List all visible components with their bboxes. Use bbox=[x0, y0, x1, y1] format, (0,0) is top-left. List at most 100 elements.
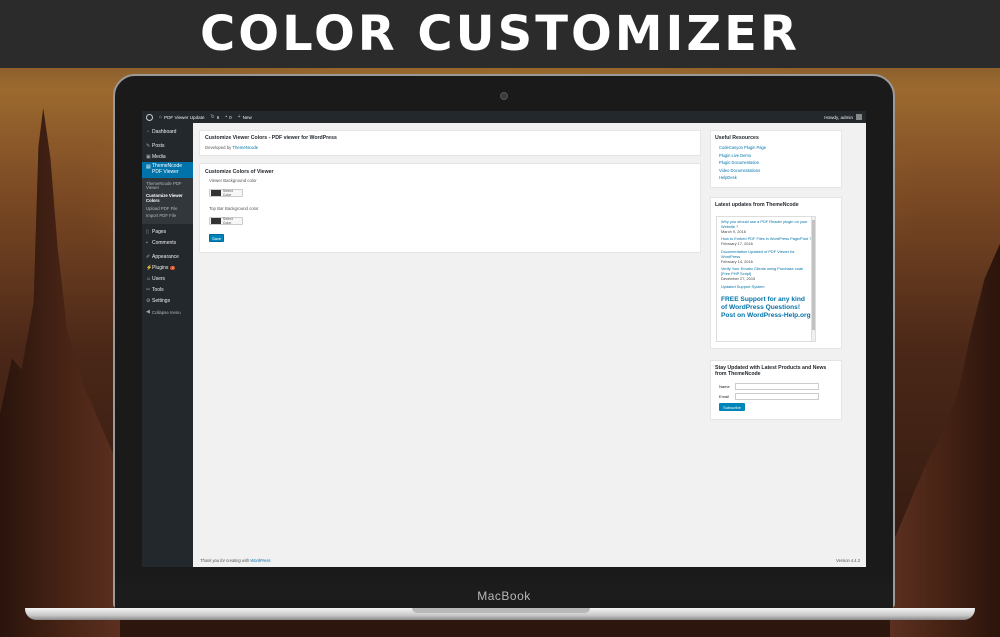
sidebar-item-posts[interactable]: ✎ Posts bbox=[142, 140, 193, 151]
updates-scrollbar[interactable] bbox=[811, 217, 815, 341]
footer-thanks: Thank you for creating with WordPress bbox=[200, 558, 271, 563]
newsletter-card: Stay Updated with Latest Products and Ne… bbox=[710, 360, 842, 420]
topbar-bg-color-picker[interactable]: Select Color bbox=[209, 217, 243, 225]
header-card: Customize Viewer Colors - PDF viewer for… bbox=[199, 130, 701, 156]
sidebar-item-label: Media bbox=[152, 153, 166, 160]
sidebar-item-tools[interactable]: ✂ Tools bbox=[142, 285, 193, 296]
laptop-chin: MacBook bbox=[115, 583, 893, 609]
name-row: Name bbox=[719, 383, 837, 390]
updates-title: Latest updates from ThemeNcode bbox=[715, 202, 799, 208]
sidebar-collapse-menu[interactable]: ◀ Collapse menu bbox=[142, 307, 193, 318]
pdf-viewer-submenu: ThemeNcode PDF Viewer Customize Viewer C… bbox=[142, 178, 193, 224]
footer-thanks-text: Thank you for creating with bbox=[200, 558, 250, 563]
site-name: PDF Viewer Update bbox=[164, 114, 205, 120]
sidebar-item-label: Users bbox=[152, 276, 166, 283]
sidebar-item-appearance[interactable]: ✐ Appearance bbox=[142, 252, 193, 263]
refresh-icon: ↻ bbox=[210, 114, 215, 120]
plus-icon: + bbox=[237, 114, 241, 120]
footer-version: Version 4.4.2 bbox=[836, 558, 860, 563]
resource-link-demo[interactable]: Plugin Live Demo bbox=[719, 152, 837, 160]
admin-bar: ⌂ PDF Viewer Update ↻ 6 ▪ 0 + New Howdy,… bbox=[142, 111, 866, 123]
page-title: Customize Viewer Colors - PDF viewer for… bbox=[205, 135, 337, 141]
submenu-item-upload[interactable]: Upload PDF File bbox=[142, 205, 193, 213]
submenu-item-pdf-viewer[interactable]: ThemeNcode PDF Viewer bbox=[142, 180, 193, 193]
comments-count: 0 bbox=[229, 114, 232, 120]
resource-link-documentation[interactable]: Plugin Documentation bbox=[719, 159, 837, 167]
sidebar-item-dashboard[interactable]: ◔ Dashboard bbox=[142, 126, 193, 137]
resources-title: Useful Resources bbox=[715, 135, 759, 141]
update-link[interactable]: Updated Support System bbox=[721, 284, 812, 290]
banner-title: COLOR CUSTOMIZER bbox=[200, 6, 800, 62]
resource-link-video[interactable]: Video Documentations bbox=[719, 167, 837, 175]
avatar bbox=[856, 114, 862, 120]
update-date: December 27, 2015 bbox=[721, 275, 756, 281]
select-color-label: Select Color bbox=[222, 189, 233, 197]
update-date: March 9, 2016 bbox=[721, 228, 746, 234]
free-support-link[interactable]: FREE Support for any kind of WordPress Q… bbox=[721, 296, 812, 320]
device-brand: MacBook bbox=[477, 589, 531, 603]
wordpress-logo-icon[interactable] bbox=[146, 113, 153, 121]
home-icon: ⌂ bbox=[159, 114, 163, 120]
topbar-bg-swatch bbox=[211, 218, 221, 224]
laptop-notch bbox=[412, 608, 590, 613]
submenu-item-customize-colors[interactable]: Customize Viewer Colors bbox=[142, 193, 193, 206]
updates-feed[interactable]: Why you should use a PDF Reader plugin o… bbox=[716, 216, 816, 342]
admin-bar-comments[interactable]: ▪ 0 bbox=[225, 114, 231, 120]
scrollbar-thumb[interactable] bbox=[812, 220, 815, 330]
developer-link[interactable]: ThemeNcode bbox=[232, 145, 258, 150]
header-banner: COLOR CUSTOMIZER bbox=[0, 0, 1000, 68]
sidebar-item-label: Tools bbox=[152, 287, 164, 294]
comment-icon: ▪ bbox=[225, 114, 228, 120]
newsletter-title: Stay Updated with Latest Products and Ne… bbox=[715, 365, 827, 377]
updates-count: 6 bbox=[216, 114, 220, 120]
sidebar-item-pdf-viewer[interactable]: ▤ ThemeNcode PDF Viewer bbox=[142, 162, 193, 178]
sidebar-item-label: Plugins bbox=[152, 265, 169, 272]
sidebar-item-label: Comments bbox=[152, 240, 177, 247]
select-color-label: Select Color bbox=[222, 217, 233, 225]
email-row: Email bbox=[719, 393, 837, 400]
colors-card-title: Customize Colors of Viewer bbox=[205, 169, 274, 175]
viewer-bg-swatch bbox=[211, 190, 221, 196]
sidebar-item-plugins[interactable]: ⚡ Plugins 2 bbox=[142, 263, 193, 274]
sidebar-item-label: Posts bbox=[152, 142, 165, 149]
updates-card: Latest updates from ThemeNcode Why you s… bbox=[710, 197, 842, 349]
save-button[interactable]: Save bbox=[209, 234, 224, 242]
sidebar-item-users[interactable]: ☺ Users bbox=[142, 274, 193, 285]
sidebar-item-label: Appearance bbox=[152, 254, 179, 261]
howdy-text: Howdy, admin bbox=[824, 114, 853, 120]
sidebar-item-label: Collapse menu bbox=[152, 309, 181, 315]
developed-by-label: Developed by bbox=[205, 145, 232, 150]
email-input[interactable] bbox=[735, 393, 819, 400]
main-content: Customize Viewer Colors - PDF viewer for… bbox=[193, 123, 866, 567]
admin-bar-account[interactable]: Howdy, admin bbox=[824, 114, 862, 120]
new-label: New bbox=[242, 114, 252, 120]
viewer-bg-label: Viewer Background color bbox=[209, 178, 257, 183]
name-input[interactable] bbox=[735, 383, 819, 390]
resources-card: Useful Resources CodeCanyon Plugin Page … bbox=[710, 130, 842, 188]
sidebar-item-pages[interactable]: ▯ Pages bbox=[142, 227, 193, 238]
sidebar-item-label: Settings bbox=[152, 298, 171, 305]
resource-link-helpdesk[interactable]: HelpDesk bbox=[719, 174, 837, 182]
admin-bar-updates[interactable]: ↻ 6 bbox=[211, 114, 220, 120]
wordpress-link[interactable]: WordPress bbox=[250, 558, 270, 563]
admin-bar-site[interactable]: ⌂ PDF Viewer Update bbox=[159, 114, 205, 120]
resource-link-codecanyon[interactable]: CodeCanyon Plugin Page bbox=[719, 144, 837, 152]
admin-bar-new[interactable]: + New bbox=[238, 114, 252, 120]
sidebar-item-media[interactable]: ▣ Media bbox=[142, 151, 193, 162]
admin-sidebar: ◔ Dashboard ✎ Posts ▣ Media ▤ ThemeNcode… bbox=[142, 123, 193, 567]
developed-by-line: Developed by ThemeNcode bbox=[205, 145, 695, 150]
name-label: Name bbox=[719, 384, 730, 389]
sidebar-item-comments[interactable]: ▪ Comments bbox=[142, 238, 193, 249]
sidebar-item-settings[interactable]: ⚙ Settings bbox=[142, 296, 193, 307]
plugins-badge: 2 bbox=[170, 266, 176, 271]
subscribe-button[interactable]: Subscribe bbox=[719, 403, 745, 411]
viewer-bg-color-picker[interactable]: Select Color bbox=[209, 189, 243, 197]
colors-card: Customize Colors of Viewer Viewer Backgr… bbox=[199, 163, 701, 253]
update-date: February 17, 2016 bbox=[721, 241, 753, 247]
submenu-item-import[interactable]: Import PDF File bbox=[142, 213, 193, 221]
sidebar-item-label: Pages bbox=[152, 229, 167, 236]
topbar-bg-label: Top Bar Background color bbox=[209, 206, 259, 211]
sidebar-item-label: ThemeNcode PDF Viewer bbox=[152, 163, 183, 175]
email-label: Email bbox=[719, 394, 730, 399]
update-date: February 14, 2016 bbox=[721, 258, 753, 264]
